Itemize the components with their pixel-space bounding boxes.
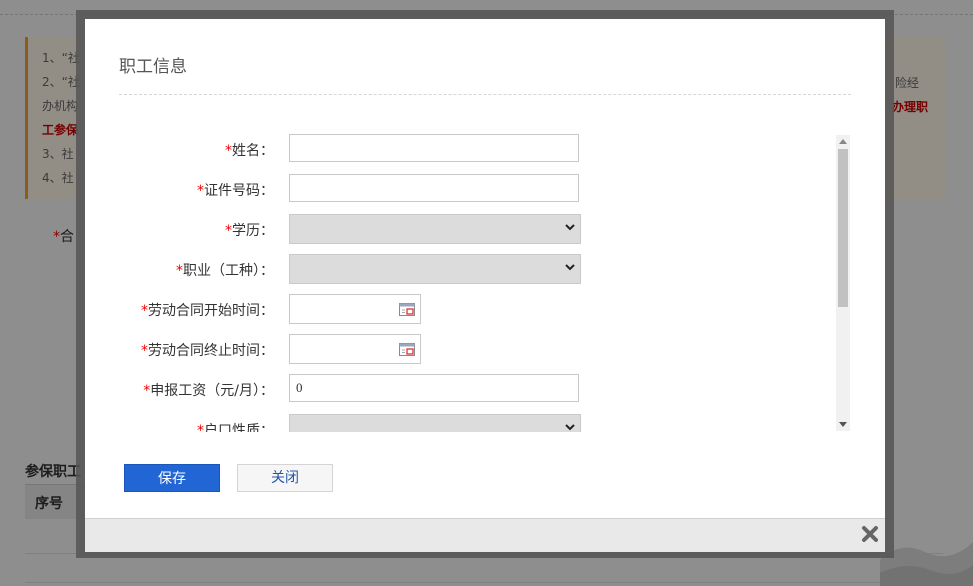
form-row-id-number: *证件号码： [119,174,819,204]
close-x-icon[interactable] [860,524,880,544]
scrollbar-thumb[interactable] [838,149,848,307]
form-row-contract-end: *劳动合同终止时间： [119,334,819,364]
chevron-down-icon [565,424,575,431]
education-select[interactable] [289,214,581,244]
form-row-name: *姓名： [119,134,819,164]
form-scroll-area: *姓名： *证件号码： *学历： *职业（工种）： *劳动合同开始时间： *劳动… [119,134,852,432]
title-divider [119,94,851,95]
form-row-occupation: *职业（工种）： [119,254,819,284]
id-number-input[interactable] [289,174,579,202]
field-label: *职业（工种）： [176,263,274,279]
field-label: *户口性质： [197,423,274,432]
occupation-select[interactable] [289,254,581,284]
employee-info-dialog: 职工信息 *姓名： *证件号码： *学历： *职业（工种）： *劳动合同开始时间… [85,19,885,552]
field-label: *学历： [225,223,274,239]
contract-end-date-input[interactable] [289,334,421,364]
field-label: *劳动合同开始时间： [141,303,274,319]
calendar-icon[interactable] [399,303,415,316]
dialog-title: 职工信息 [119,57,187,77]
scroll-down-arrow-icon[interactable] [839,422,847,427]
close-button[interactable]: 关闭 [237,464,333,492]
form-row-household-type: *户口性质： [119,414,819,432]
field-label: *姓名： [225,143,274,159]
form-scrollbar[interactable] [836,135,850,431]
field-label: *申报工资（元/月）： [143,383,274,399]
contract-start-date-input[interactable] [289,294,421,324]
field-label: *证件号码： [197,183,274,199]
form-row-contract-start: *劳动合同开始时间： [119,294,819,324]
dialog-footer-bar [85,518,885,552]
calendar-icon[interactable] [399,343,415,356]
household-type-select[interactable] [289,414,581,432]
declared-salary-input[interactable]: 0 [289,374,579,402]
chevron-down-icon [565,224,575,231]
chevron-down-icon [565,264,575,271]
save-button[interactable]: 保存 [124,464,220,492]
scroll-up-arrow-icon[interactable] [839,139,847,144]
name-input[interactable] [289,134,579,162]
form-row-salary: *申报工资（元/月）： 0 [119,374,819,404]
form-row-education: *学历： [119,214,819,244]
field-label: *劳动合同终止时间： [141,343,274,359]
